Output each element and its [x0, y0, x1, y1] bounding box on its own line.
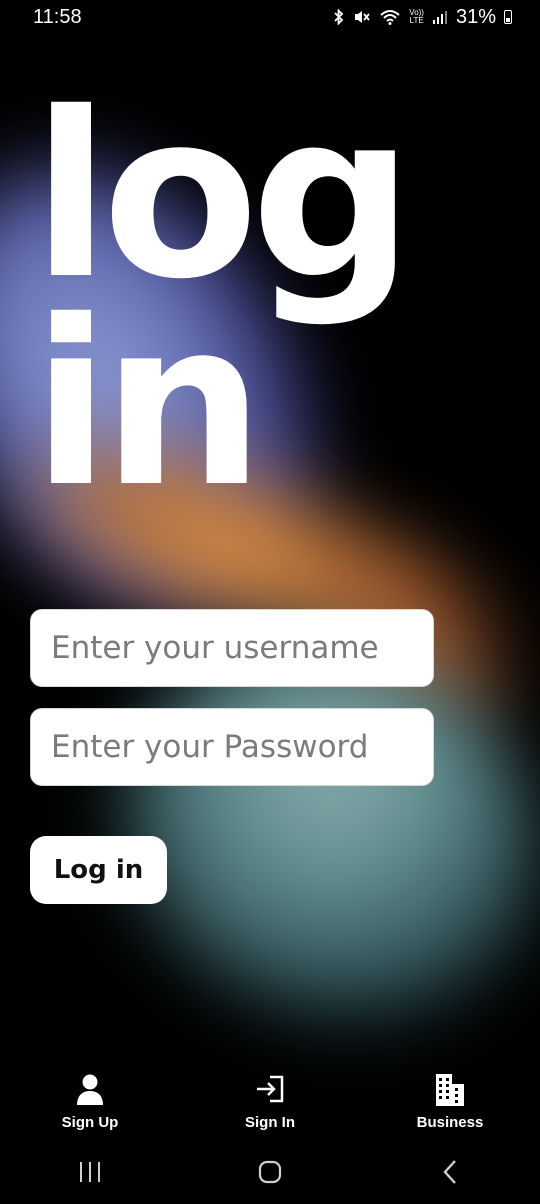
- building-icon: [436, 1074, 464, 1106]
- mute-icon: [355, 11, 370, 23]
- nav-business[interactable]: Business: [360, 1070, 540, 1140]
- volte-indicator: Vo)) LTE: [409, 9, 424, 25]
- password-field[interactable]: [30, 708, 434, 786]
- system-navigation-bar: [0, 1140, 540, 1204]
- status-time: 11:58: [33, 5, 82, 28]
- sign-in-icon: [257, 1075, 284, 1103]
- nav-sign-in-label: Sign In: [245, 1114, 295, 1131]
- bottom-navigation: Sign Up Sign In Business: [0, 1070, 540, 1140]
- nav-sign-in[interactable]: Sign In: [180, 1070, 360, 1140]
- bluetooth-icon: [334, 9, 344, 25]
- recent-apps-button[interactable]: [35, 1161, 145, 1183]
- wifi-icon: [380, 10, 400, 25]
- back-icon: [443, 1160, 456, 1184]
- username-input[interactable]: [51, 630, 413, 666]
- nav-sign-up-label: Sign Up: [61, 1114, 119, 1131]
- home-icon: [258, 1160, 282, 1184]
- status-bar: 11:58 Vo)) LTE 31%: [0, 0, 540, 34]
- back-button[interactable]: [395, 1159, 505, 1185]
- login-hero-title: log in: [32, 82, 414, 537]
- username-field[interactable]: [30, 609, 434, 687]
- recent-apps-icon: [80, 1162, 100, 1182]
- nav-business-label: Business: [416, 1114, 484, 1131]
- hero-line-2: in: [32, 271, 264, 537]
- user-icon: [77, 1074, 103, 1105]
- nav-sign-up[interactable]: Sign Up: [0, 1070, 180, 1140]
- lte-label: LTE: [409, 16, 424, 25]
- home-button[interactable]: [215, 1160, 325, 1184]
- signal-icon: [432, 11, 447, 24]
- battery-icon: [504, 10, 512, 24]
- password-input[interactable]: [51, 729, 413, 765]
- battery-percentage: 31%: [455, 5, 496, 28]
- status-icons: Vo)) LTE 31%: [333, 6, 512, 29]
- login-button[interactable]: Log in: [30, 836, 167, 904]
